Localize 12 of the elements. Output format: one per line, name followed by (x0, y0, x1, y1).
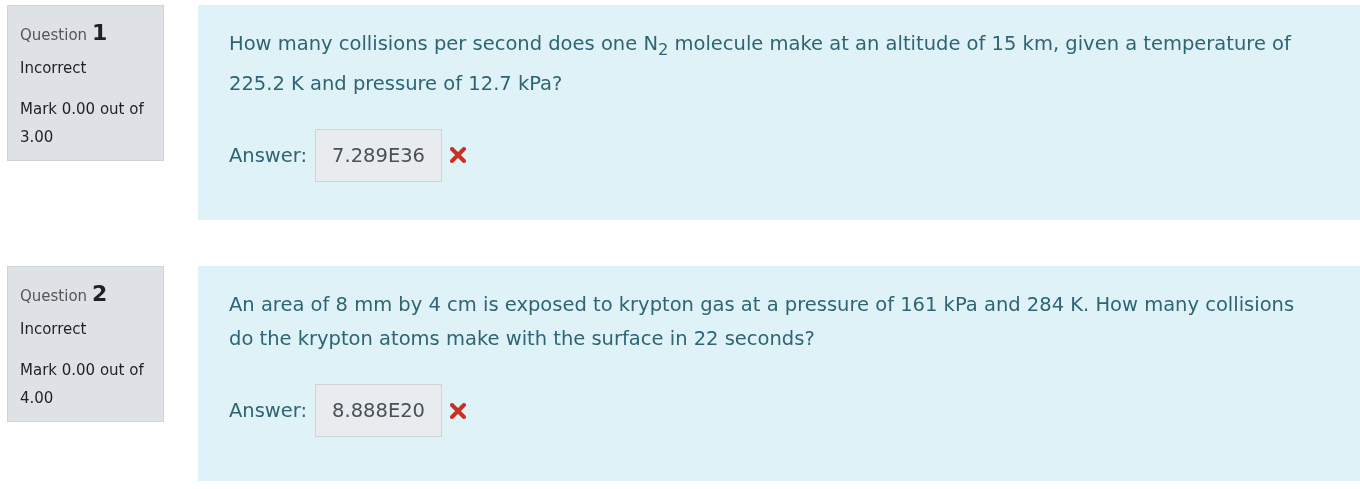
question-mark: Mark 0.00 out of 4.00 (20, 360, 145, 409)
answer-field[interactable]: 8.888E20 (315, 384, 443, 437)
question-mark: Mark 0.00 out of 3.00 (20, 99, 145, 148)
question-number: Question 1 (20, 20, 109, 45)
answer-field[interactable]: 7.289E36 (315, 128, 443, 182)
answer-label: Answer: (229, 399, 308, 422)
question-status: Incorrect (20, 320, 88, 338)
answer-label: Answer: (229, 143, 308, 167)
question-text: How many collisions per second does one N$_{2}$ molecule make at an altitude of 15 km, given a temperature of 225.2 K and pressure of 12.7 kPa? (229, 31, 1293, 97)
question-number: Question 2 (20, 281, 109, 306)
question-text: An area of 8 mm by 4 cm is exposed to krypton gas at a pressure of 161 kPa and 284 K. How many collisions do the krypton atoms make with the surface in 22 seconds? (229, 292, 1296, 352)
question-status: Incorrect (20, 59, 88, 77)
